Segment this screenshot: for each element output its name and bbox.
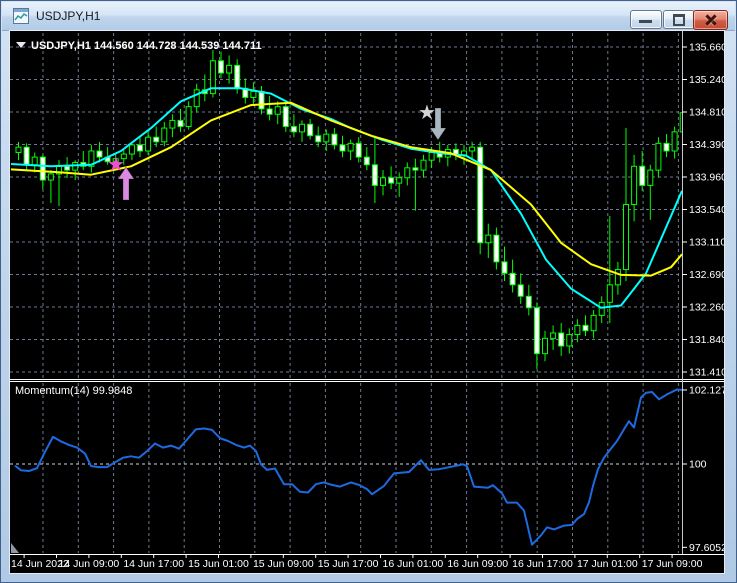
momentum-axis[interactable]: 102.1273 100 97.6052 [682, 384, 733, 554]
buy-signal: ★ [107, 154, 135, 201]
title-bar[interactable]: USDJPY,H1 [2, 2, 735, 31]
chart-header: USDJPY,H1 144.560 144.728 144.539 144.71… [15, 40, 262, 397]
time-axis-label: 14 Jun 17:00 [123, 558, 184, 570]
time-axis-label: 15 Jun 17:00 [318, 558, 379, 570]
time-axis-label: 15 Jun 09:00 [253, 558, 314, 570]
sell-signal: ★ [418, 102, 447, 141]
panel-separator[interactable] [10, 31, 724, 555]
price-axis-label: 135.240 [689, 74, 724, 86]
time-axis-label: 17 Jun 01:00 [577, 558, 638, 570]
signal-markers: ★★ [107, 102, 447, 201]
restore-icon [673, 14, 685, 26]
momentum-indicator [11, 388, 683, 553]
momentum-line [14, 388, 683, 546]
price-axis-label: 134.390 [689, 139, 724, 151]
restore-button[interactable] [663, 10, 695, 29]
window-title: USDJPY,H1 [36, 9, 101, 23]
ma-slow-line [10, 101, 683, 277]
minimize-button[interactable] [630, 10, 662, 29]
time-axis-label: 16 Jun 17:00 [512, 558, 573, 570]
price-axis-label: 133.110 [689, 237, 724, 249]
chart-client-area[interactable]: ★ ★ 135.660 135.240 134.810 134.390 133.960 133… [9, 30, 733, 574]
minimize-icon [639, 20, 652, 23]
momentum-axis-label: 102.1273 [689, 384, 724, 396]
time-axis-label: 16 Jun 09:00 [447, 558, 508, 570]
star-icon: ★ [418, 102, 436, 124]
price-axis-label: 134.810 [689, 107, 724, 119]
momentum-label: Momentum(14) 99.9848 [15, 385, 132, 397]
price-axis-label: 131.410 [689, 367, 724, 379]
price-axis-label: 133.960 [689, 172, 724, 184]
price-axis-label: 132.690 [689, 269, 724, 281]
close-button[interactable] [693, 10, 728, 30]
grid [10, 33, 682, 553]
time-axis-label: 15 Jun 01:00 [188, 558, 249, 570]
time-axis-label: 17 Jun 09:00 [642, 558, 703, 570]
corner-triangle-icon [11, 543, 19, 553]
chart-window: USDJPY,H1 ★ ★ 135.660 135.240 134.810 134.390… [0, 0, 737, 583]
price-axis-label: 132.260 [689, 302, 724, 314]
quote-line: USDJPY,H1 144.560 144.728 144.539 144.71… [31, 40, 262, 52]
chart-window-icon [13, 8, 29, 24]
time-axis[interactable]: 14 Jun 202214 Jun 09:00 14 Jun 17:00 15 Ju… [11, 555, 703, 570]
momentum-axis-label: 100 [689, 459, 707, 471]
price-axis-label: 135.660 [689, 42, 724, 54]
candles [15, 50, 683, 369]
price-axis-label: 133.540 [689, 204, 724, 216]
time-axis-label: 14 Jun 09:00 [59, 558, 120, 570]
chart-canvas[interactable]: ★★135.660135.240134.810134.390133.960133… [10, 31, 733, 573]
time-axis-label: 16 Jun 01:00 [383, 558, 444, 570]
price-axis[interactable]: 135.660 135.240 134.810 134.390 133.960 133.5… [682, 42, 727, 379]
price-axis-label: 131.840 [689, 334, 724, 346]
momentum-axis-label: 97.6052 [689, 542, 724, 554]
